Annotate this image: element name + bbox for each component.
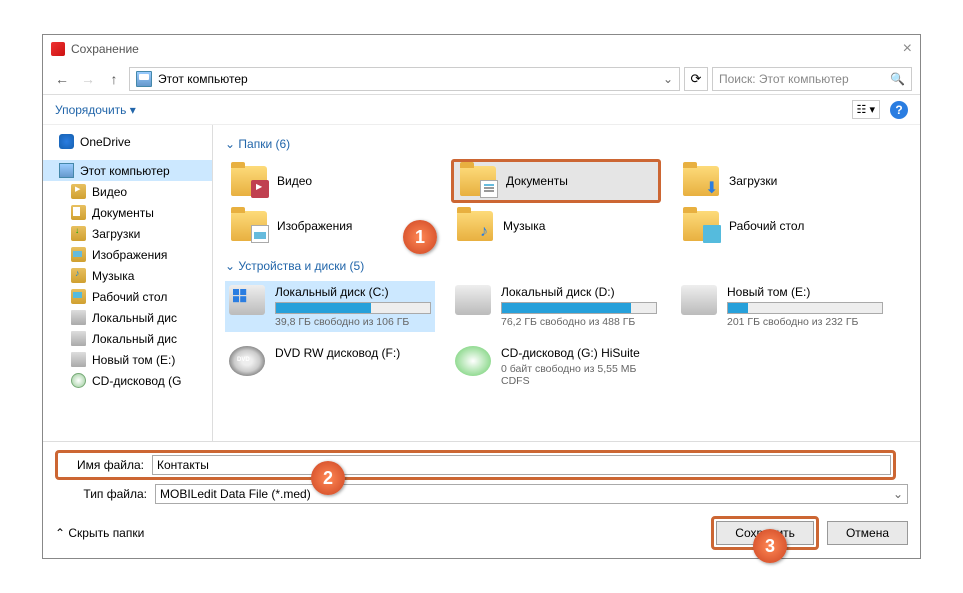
refresh-button[interactable]: ⟳ bbox=[684, 67, 708, 91]
pc-icon bbox=[59, 163, 74, 178]
titlebar: Сохранение × bbox=[43, 35, 920, 63]
pc-icon bbox=[136, 71, 152, 87]
forward-button[interactable]: → bbox=[77, 68, 99, 90]
folder-item[interactable]: Загрузки bbox=[677, 159, 887, 203]
folder-icon bbox=[71, 331, 86, 346]
cancel-button[interactable]: Отмена bbox=[827, 521, 908, 545]
sidebar: OneDrive Этот компьютер ВидеоДокументыЗа… bbox=[43, 125, 213, 441]
organize-button[interactable]: Упорядочить ▾ bbox=[55, 103, 136, 117]
folder-icon bbox=[457, 211, 493, 241]
sidebar-item[interactable]: Видео bbox=[43, 181, 212, 202]
drive-item[interactable]: CD-дисковод (G:) HiSuite0 байт свободно … bbox=[451, 342, 661, 391]
folder-icon bbox=[71, 247, 86, 262]
sidebar-onedrive[interactable]: OneDrive bbox=[43, 131, 212, 152]
drives-header[interactable]: Устройства и диски (5) bbox=[225, 259, 908, 273]
filename-label: Имя файла: bbox=[60, 458, 152, 472]
app-icon bbox=[51, 42, 65, 56]
sidebar-item[interactable]: Изображения bbox=[43, 244, 212, 265]
annotation-marker-1: 1 bbox=[403, 220, 437, 254]
sidebar-this-pc[interactable]: Этот компьютер bbox=[43, 160, 212, 181]
sidebar-item[interactable]: CD-дисковод (G bbox=[43, 370, 212, 391]
close-button[interactable]: × bbox=[903, 40, 912, 58]
search-input[interactable]: Поиск: Этот компьютер 🔍 bbox=[712, 67, 912, 91]
drive-icon bbox=[455, 346, 491, 376]
folder-item[interactable]: Документы bbox=[451, 159, 661, 203]
back-button[interactable]: ← bbox=[51, 68, 73, 90]
sidebar-item[interactable]: Локальный дис bbox=[43, 307, 212, 328]
toolbar: Упорядочить ▾ ☷ ▾ ? bbox=[43, 95, 920, 125]
folders-header[interactable]: Папки (6) bbox=[225, 137, 908, 151]
folder-icon bbox=[71, 289, 86, 304]
folder-icon bbox=[71, 226, 86, 241]
folder-icon bbox=[71, 310, 86, 325]
sidebar-item[interactable]: Новый том (Е:) bbox=[43, 349, 212, 370]
hide-folders-button[interactable]: Скрыть папки bbox=[55, 526, 144, 540]
folder-icon bbox=[71, 268, 86, 283]
drive-icon bbox=[229, 346, 265, 376]
address-bar[interactable]: Этот компьютер ⌄ bbox=[129, 67, 680, 91]
drive-item[interactable]: Локальный диск (D:)76,2 ГБ свободно из 4… bbox=[451, 281, 661, 332]
navbar: ← → ↑ Этот компьютер ⌄ ⟳ Поиск: Этот ком… bbox=[43, 63, 920, 95]
folder-item[interactable]: Рабочий стол bbox=[677, 207, 887, 245]
drive-item[interactable]: DVD RW дисковод (F:) bbox=[225, 342, 435, 391]
folder-icon bbox=[71, 373, 86, 388]
onedrive-icon bbox=[59, 134, 74, 149]
folder-item[interactable]: Видео bbox=[225, 159, 435, 203]
save-dialog: Сохранение × ← → ↑ Этот компьютер ⌄ ⟳ По… bbox=[42, 34, 921, 559]
sidebar-item[interactable]: Загрузки bbox=[43, 223, 212, 244]
folder-icon bbox=[71, 352, 86, 367]
filetype-select[interactable]: MOBILedit Data File (*.med) bbox=[155, 484, 908, 504]
folder-icon bbox=[683, 166, 719, 196]
sidebar-item[interactable]: Рабочий стол bbox=[43, 286, 212, 307]
filetype-label: Тип файла: bbox=[55, 487, 155, 501]
content-area: Папки (6) ВидеоДокументыЗагрузкиИзображе… bbox=[213, 125, 920, 441]
folder-icon bbox=[460, 166, 496, 196]
help-icon[interactable]: ? bbox=[890, 101, 908, 119]
breadcrumb: Этот компьютер bbox=[158, 72, 248, 86]
folder-icon bbox=[71, 205, 86, 220]
footer: Имя файла: Тип файла: MOBILedit Data Fil… bbox=[43, 441, 920, 558]
search-icon: 🔍 bbox=[890, 72, 905, 86]
folder-icon bbox=[231, 166, 267, 196]
folder-item[interactable]: Музыка bbox=[451, 207, 661, 245]
drive-icon bbox=[681, 285, 717, 315]
sidebar-item[interactable]: Локальный дис bbox=[43, 328, 212, 349]
folder-icon bbox=[683, 211, 719, 241]
drive-icon bbox=[229, 285, 265, 315]
drive-icon bbox=[455, 285, 491, 315]
window-title: Сохранение bbox=[71, 42, 139, 56]
up-button[interactable]: ↑ bbox=[103, 68, 125, 90]
annotation-marker-2: 2 bbox=[311, 461, 345, 495]
sidebar-item[interactable]: Музыка bbox=[43, 265, 212, 286]
chevron-down-icon[interactable]: ⌄ bbox=[663, 72, 673, 86]
search-placeholder: Поиск: Этот компьютер bbox=[719, 72, 890, 86]
folder-icon bbox=[71, 184, 86, 199]
drive-item[interactable]: Новый том (E:)201 ГБ свободно из 232 ГБ bbox=[677, 281, 887, 332]
view-button[interactable]: ☷ ▾ bbox=[852, 100, 880, 119]
drive-item[interactable]: Локальный диск (C:)39,8 ГБ свободно из 1… bbox=[225, 281, 435, 332]
sidebar-item[interactable]: Документы bbox=[43, 202, 212, 223]
filename-input[interactable] bbox=[152, 455, 891, 475]
annotation-marker-3: 3 bbox=[753, 529, 787, 563]
folder-icon bbox=[231, 211, 267, 241]
